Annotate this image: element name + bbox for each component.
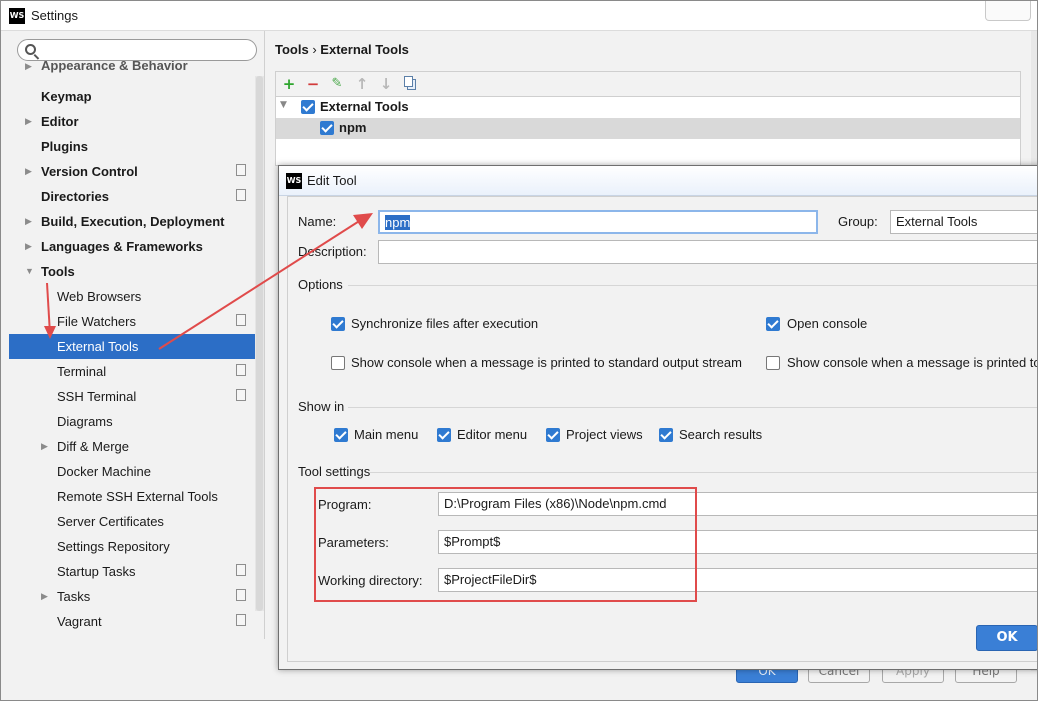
settings-window: WS Settings ▶ Appearance & Behavior Keym… — [0, 0, 1038, 701]
annotation-arrow-to-name — [158, 213, 373, 350]
annotation-arrow-down — [44, 282, 56, 339]
annotation-arrows — [44, 213, 373, 350]
